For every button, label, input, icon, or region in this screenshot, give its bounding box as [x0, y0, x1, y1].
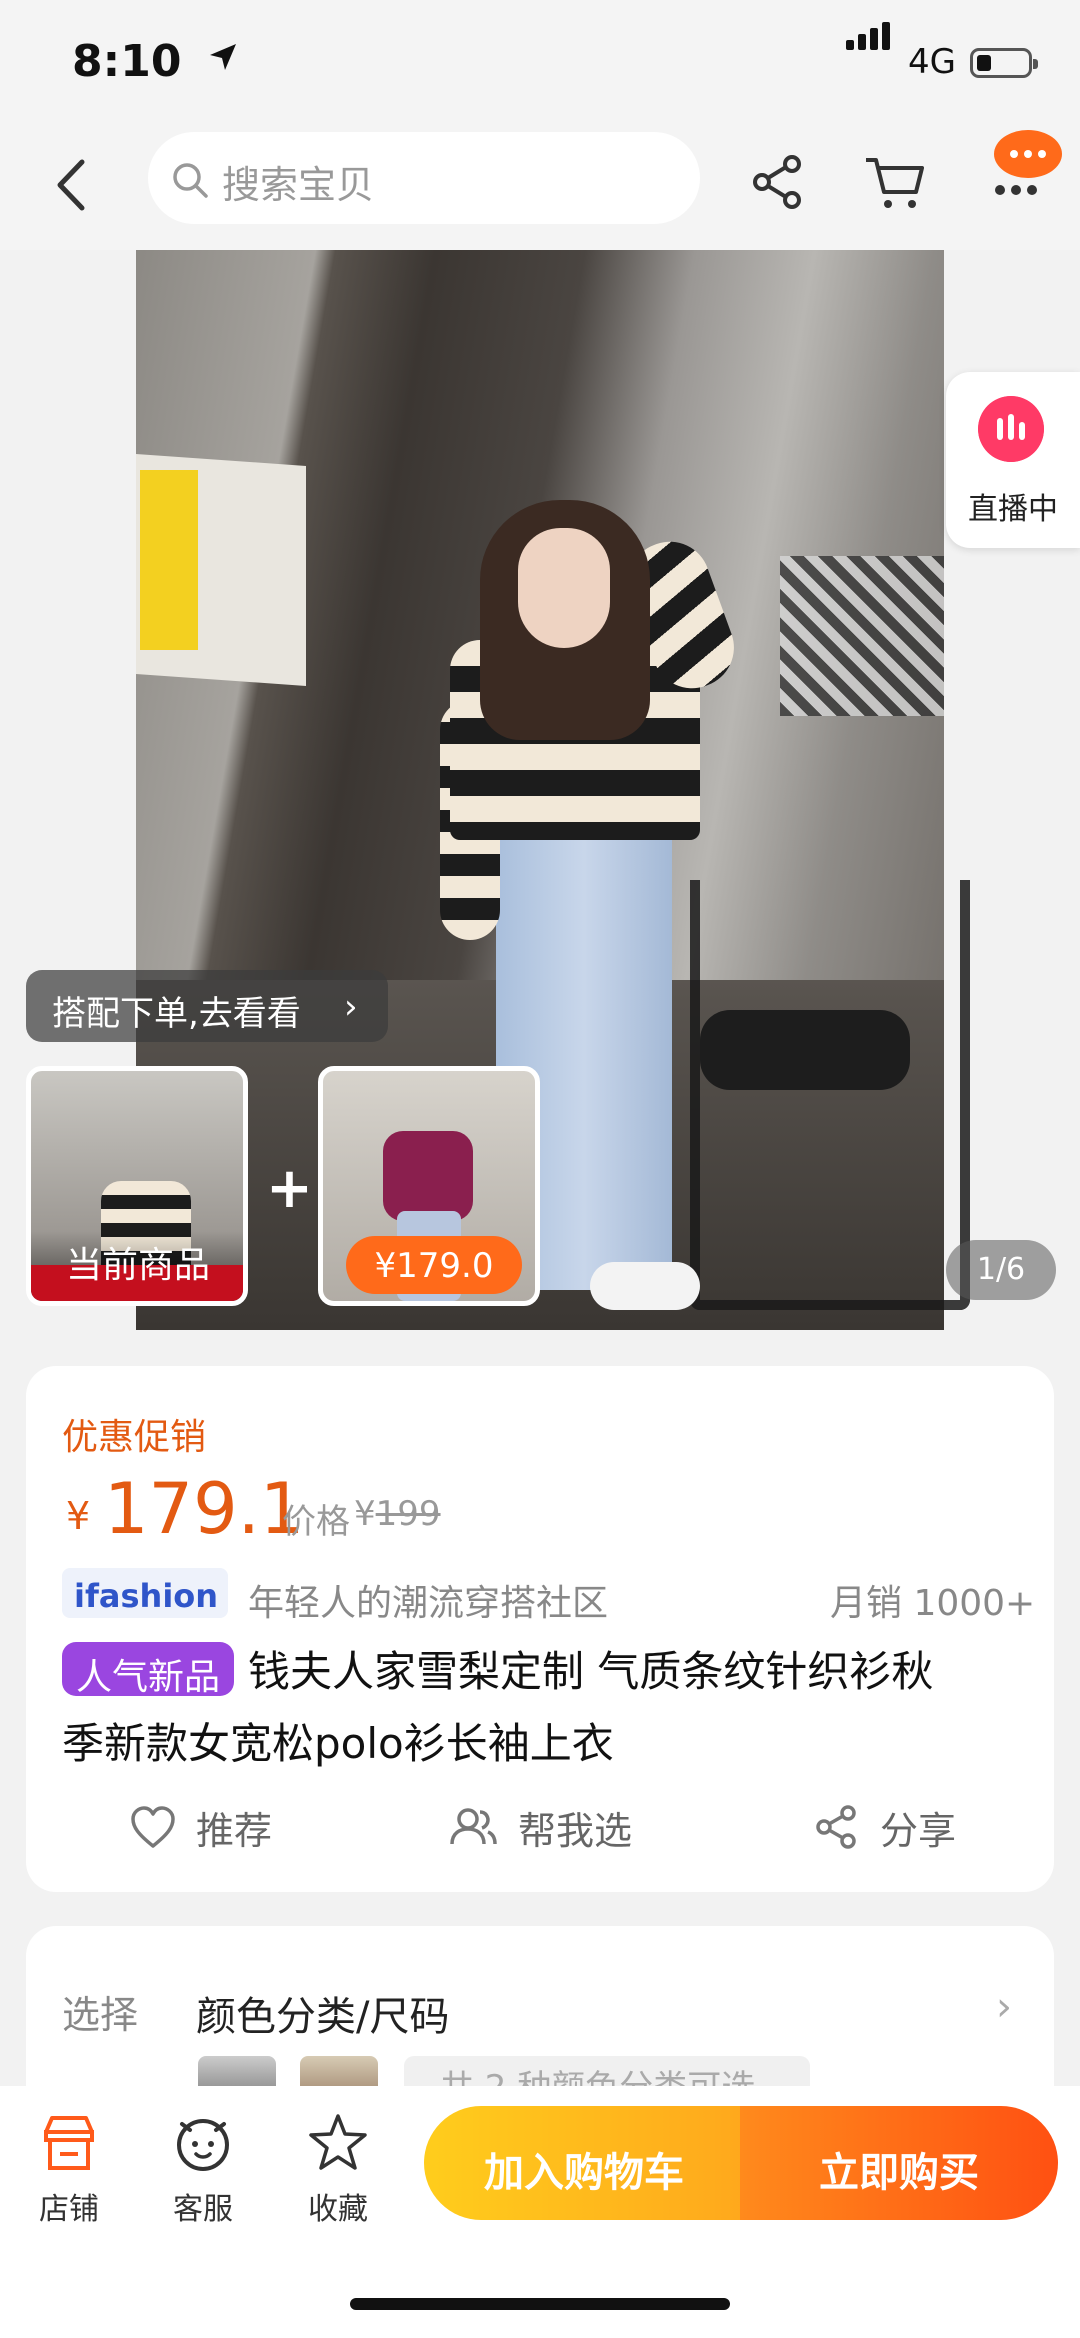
product-title-line2: 季新款女宽松polo衫长袖上衣	[62, 1719, 614, 1768]
image-counter-text: 1/6	[976, 1252, 1026, 1287]
recommend-button[interactable]: 推荐	[196, 1800, 272, 1855]
background-chair	[690, 880, 970, 1310]
original-price-label: 价格	[282, 1502, 350, 1542]
back-icon[interactable]	[44, 150, 104, 220]
users-icon[interactable]	[448, 1804, 498, 1850]
service-label[interactable]: 客服	[148, 2184, 258, 2228]
buy-now-label: 立即购买	[819, 2150, 979, 2196]
share-small-icon[interactable]	[814, 1804, 860, 1850]
heart-icon[interactable]	[130, 1806, 176, 1850]
price-currency: ¥	[66, 1494, 91, 1538]
background-boxes	[780, 556, 944, 716]
brand-slogan: 年轻人的潮流穿搭社区	[248, 1583, 609, 1624]
battery-icon	[970, 48, 1038, 78]
live-bars-icon	[978, 396, 1044, 462]
favorite-label[interactable]: 收藏	[283, 2184, 393, 2228]
chevron-right-icon: ›	[996, 1984, 1012, 2030]
select-value: 颜色分类/尺码	[196, 1994, 450, 2040]
help-choose-button[interactable]: 帮我选	[518, 1800, 632, 1855]
home-indicator	[350, 2298, 730, 2310]
original-price-currency: ¥	[354, 1494, 376, 1534]
hot-new-tag-label: 人气新品	[75, 1657, 220, 1698]
store-label[interactable]: 店铺	[14, 2184, 124, 2228]
promo-label: 优惠促销	[62, 1417, 207, 1458]
more-menu-icon[interactable]	[978, 122, 1074, 212]
location-arrow-icon	[210, 44, 236, 70]
product-title-line1: 钱夫人家雪梨定制 气质条纹针织衫秋	[248, 1647, 934, 1696]
service-icon[interactable]	[172, 2112, 234, 2174]
add-to-cart-label: 加入购物车	[484, 2150, 684, 2196]
status-time: 8:10	[72, 36, 182, 87]
original-price-value: 199	[375, 1494, 441, 1534]
share-icon[interactable]	[748, 150, 808, 214]
monthly-sales: 月销 1000+	[830, 1583, 1036, 1624]
star-icon[interactable]	[307, 2112, 369, 2174]
model-shoe	[590, 1262, 700, 1310]
plus-icon: +	[266, 1156, 313, 1221]
model-face	[518, 528, 610, 648]
search-placeholder: 搜索宝贝	[222, 163, 375, 207]
background-chair-seat	[700, 1010, 910, 1090]
ifashion-logo: ifashion	[74, 1577, 219, 1615]
network-type: 4G	[908, 42, 956, 82]
select-label: 选择	[62, 1993, 139, 2037]
chevron-right-icon: ›	[344, 987, 358, 1027]
live-stream-label: 直播中	[968, 492, 1058, 527]
cart-icon[interactable]	[862, 150, 928, 214]
original-price: ¥199	[354, 1494, 441, 1534]
price-value: 179.1	[104, 1468, 305, 1550]
current-product-label: 当前商品	[66, 1245, 211, 1286]
share-button[interactable]: 分享	[880, 1800, 956, 1855]
search-icon	[173, 163, 208, 198]
store-icon[interactable]	[38, 2112, 100, 2174]
matching-product-price: ¥179.0	[374, 1246, 494, 1286]
wall-poster-yellow	[140, 470, 198, 650]
combo-order-tip-label: 搭配下单,去看看	[52, 994, 301, 1034]
